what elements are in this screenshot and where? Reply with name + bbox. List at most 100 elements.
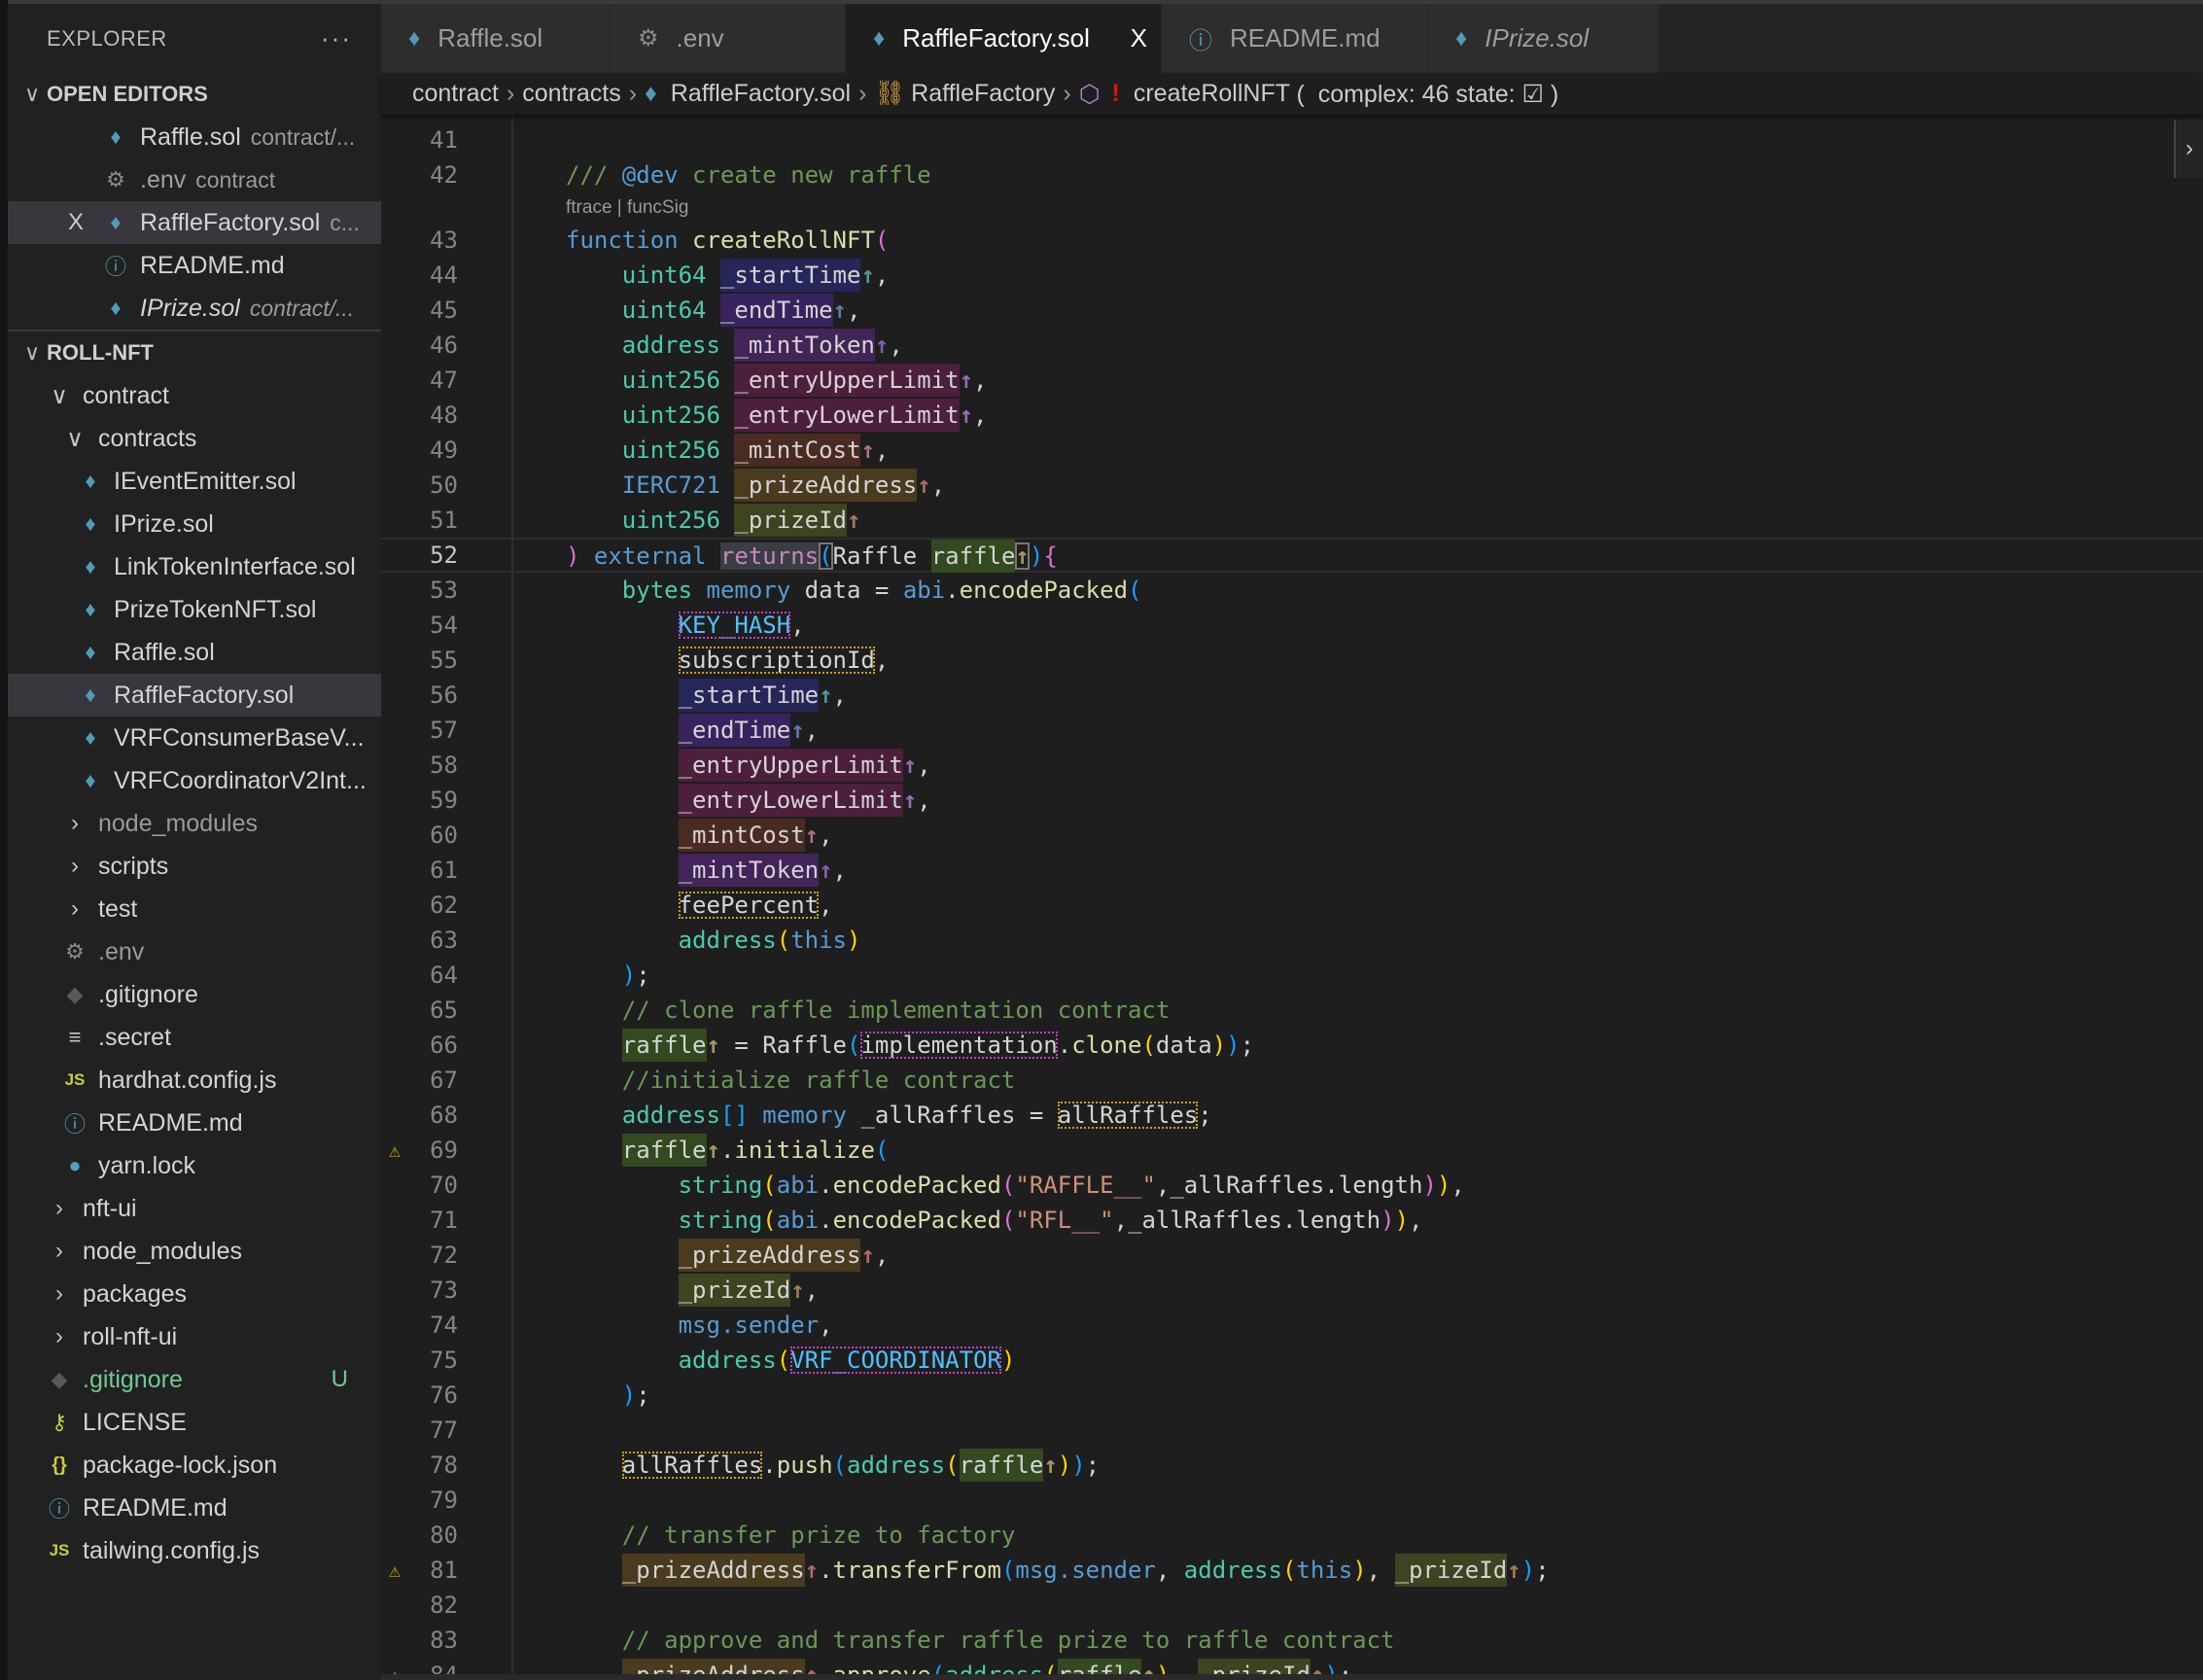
open-editor-item[interactable]: X ♦ RaffleFactory.sol c... (8, 201, 381, 244)
code-line[interactable]: 43 function createRollNFT( (381, 223, 2203, 258)
file-item[interactable]: ♦ Raffle.sol (8, 631, 381, 674)
workspace-header[interactable]: ∨ ROLL-NFT (8, 332, 381, 374)
file-item[interactable]: ♦ VRFConsumerBaseV... (8, 717, 381, 759)
code-line[interactable]: 75 address(VRF_COORDINATOR) (381, 1343, 2203, 1378)
code-line[interactable]: 74 msg.sender, (381, 1308, 2203, 1343)
folder-item[interactable]: ∨ contract (8, 374, 381, 417)
code-line[interactable]: 53 bytes memory data = abi.encodePacked( (381, 573, 2203, 608)
breadcrumb-item[interactable]: RaffleFactory.sol (671, 80, 851, 108)
code-line[interactable]: 48 uint256 _entryLowerLimit↑, (381, 398, 2203, 433)
folder-item[interactable]: › scripts (8, 845, 381, 888)
file-item[interactable]: ◆ .gitignore (8, 973, 381, 1016)
file-item[interactable]: ♦ LinkTokenInterface.sol (8, 545, 381, 588)
folder-item[interactable]: › node_modules (8, 802, 381, 845)
git-icon: ◆ (66, 982, 84, 1006)
code-line[interactable]: 59 _entryLowerLimit↑, (381, 783, 2203, 818)
code-line[interactable]: ⚠ 69 raffle↑.initialize( (381, 1133, 2203, 1168)
code-line[interactable]: 57 _endTime↑, (381, 713, 2203, 748)
code-line[interactable]: 64 ); (381, 958, 2203, 993)
breadcrumb-item[interactable]: contracts (522, 80, 620, 108)
code-line[interactable]: 73 _prizeId↑, (381, 1273, 2203, 1308)
inlay-arrow-icon: ↑ (790, 717, 805, 744)
tab-raffle-sol[interactable]: ♦ Raffle.sol (381, 4, 611, 73)
code-line[interactable]: 54 KEY_HASH, (381, 608, 2203, 643)
open-editor-item[interactable]: ⚙ .env contract (8, 158, 381, 201)
code-line[interactable]: 61 _mintToken↑, (381, 853, 2203, 888)
code-line[interactable]: 47 uint256 _entryUpperLimit↑, (381, 363, 2203, 398)
tab-readme-md[interactable]: ⓘ README.md (1162, 4, 1428, 73)
file-item[interactable]: ● yarn.lock (8, 1144, 381, 1187)
folder-item[interactable]: › node_modules (8, 1230, 381, 1273)
folder-item[interactable]: › test (8, 888, 381, 930)
tab--env[interactable]: ⚙ .env (611, 4, 846, 73)
chevron-right-icon[interactable]: › (2174, 120, 2203, 178)
folder-item[interactable]: › nft-ui (8, 1187, 381, 1230)
code-line[interactable]: 58 _entryUpperLimit↑, (381, 748, 2203, 783)
code-line[interactable]: 68 address[] memory _allRaffles = allRaf… (381, 1098, 2203, 1133)
code-line[interactable]: 70 string(abi.encodePacked("RAFFLE__",_a… (381, 1168, 2203, 1203)
code-line[interactable]: 42 /// @dev create new raffle (381, 158, 2203, 192)
code-line[interactable]: 67 //initialize raffle contract (381, 1063, 2203, 1098)
open-editor-item[interactable]: ♦ IPrize.sol contract/... (8, 287, 381, 330)
file-item[interactable]: ⚙ .env (8, 930, 381, 973)
file-item[interactable]: JS hardhat.config.js (8, 1059, 381, 1102)
tab-iprize-sol[interactable]: ♦ IPrize.sol (1428, 4, 1660, 73)
code-line[interactable]: 72 _prizeAddress↑, (381, 1238, 2203, 1273)
code-line[interactable]: 62 feePercent, (381, 888, 2203, 923)
code-line[interactable]: 45 uint64 _endTime↑, (381, 293, 2203, 328)
code-line[interactable]: 76 ); (381, 1378, 2203, 1413)
code-line[interactable]: 51 uint256 _prizeId↑ (381, 503, 2203, 538)
file-item[interactable]: ⓘ README.md (8, 1487, 381, 1529)
code-line[interactable]: 52) external returns(Raffle raffle↑){ (381, 538, 2203, 573)
breadcrumb-item[interactable]: RaffleFactory (911, 80, 1055, 108)
code-line[interactable]: 63 address(this) (381, 923, 2203, 958)
open-editors-header[interactable]: ∨ OPEN EDITORS (8, 73, 381, 116)
code-line[interactable]: 44 uint64 _startTime↑, (381, 258, 2203, 293)
close-icon[interactable]: X (68, 209, 84, 236)
folder-item[interactable]: ∨ contracts (8, 417, 381, 460)
file-item[interactable]: ♦ IPrize.sol (8, 503, 381, 545)
codelens[interactable]: ftrace | funcSig (381, 192, 2203, 223)
code-line[interactable]: 82 (381, 1588, 2203, 1623)
more-actions-button[interactable]: ··· (321, 23, 352, 53)
code-line[interactable]: 55 subscriptionId, (381, 643, 2203, 678)
file-item[interactable]: {} package-lock.json (8, 1444, 381, 1487)
code-line[interactable]: ⚠ 81 _prizeAddress↑.transferFrom(msg.send… (381, 1553, 2203, 1588)
code-line[interactable]: 83 // approve and transfer raffle prize … (381, 1623, 2203, 1658)
code-line[interactable]: 66 raffle↑ = Raffle(implementation.clone… (381, 1028, 2203, 1063)
file-item[interactable]: ♦ PrizeTokenNFT.sol (8, 588, 381, 631)
code-line[interactable]: 50 IERC721 _prizeAddress↑, (381, 468, 2203, 503)
file-item[interactable]: ♦ VRFCoordinatorV2Int... (8, 759, 381, 802)
code-line[interactable]: 71 string(abi.encodePacked("RFL__",_allR… (381, 1203, 2203, 1238)
folder-item[interactable]: › packages (8, 1273, 381, 1315)
breadcrumb-symbol[interactable]: createRollNFT (1134, 80, 1297, 108)
code-line[interactable]: 78 allRaffles.push(address(raffle↑)); (381, 1448, 2203, 1483)
file-item[interactable]: ⚷ LICENSE (8, 1401, 381, 1444)
file-item[interactable]: ♦ IEventEmitter.sol (8, 460, 381, 503)
open-editor-item[interactable]: ⓘ README.md (8, 244, 381, 287)
tab-rafflefactory-sol[interactable]: ♦ RaffleFactory.sol X (846, 4, 1162, 73)
open-editor-item[interactable]: ♦ Raffle.sol contract/... (8, 116, 381, 158)
file-item[interactable]: ≡ .secret (8, 1016, 381, 1059)
file-item[interactable]: JS tailwing.config.js (8, 1529, 381, 1572)
code-token: _prizeId (734, 504, 847, 537)
folder-item[interactable]: › roll-nft-ui (8, 1315, 381, 1358)
code-line[interactable]: 65 // clone raffle implementation contra… (381, 993, 2203, 1028)
close-tab-icon[interactable]: X (1131, 23, 1147, 53)
code-editor[interactable]: 41 42/// @dev create new raffle ftrace | f… (381, 115, 2203, 1680)
horizontal-scrollbar[interactable] (381, 1674, 2203, 1680)
code-line[interactable]: 46 address _mintToken↑, (381, 328, 2203, 363)
file-item[interactable]: ⓘ README.md (8, 1102, 381, 1144)
code-line[interactable]: 79 (381, 1483, 2203, 1518)
code-line[interactable]: 80 // transfer prize to factory (381, 1518, 2203, 1553)
code-token: , (1155, 1557, 1184, 1584)
code-line[interactable]: 77 (381, 1413, 2203, 1448)
code-line[interactable]: 41 (381, 122, 2203, 158)
file-item[interactable]: ♦ RaffleFactory.sol (8, 674, 381, 717)
code-line[interactable]: 49 uint256 _mintCost↑, (381, 433, 2203, 468)
file-item[interactable]: ◆ .gitignore U (8, 1358, 381, 1401)
code-line[interactable]: 60 _mintCost↑, (381, 818, 2203, 853)
code-line[interactable]: 56 _startTime↑, (381, 678, 2203, 713)
breadcrumb-item[interactable]: contract (412, 80, 499, 108)
